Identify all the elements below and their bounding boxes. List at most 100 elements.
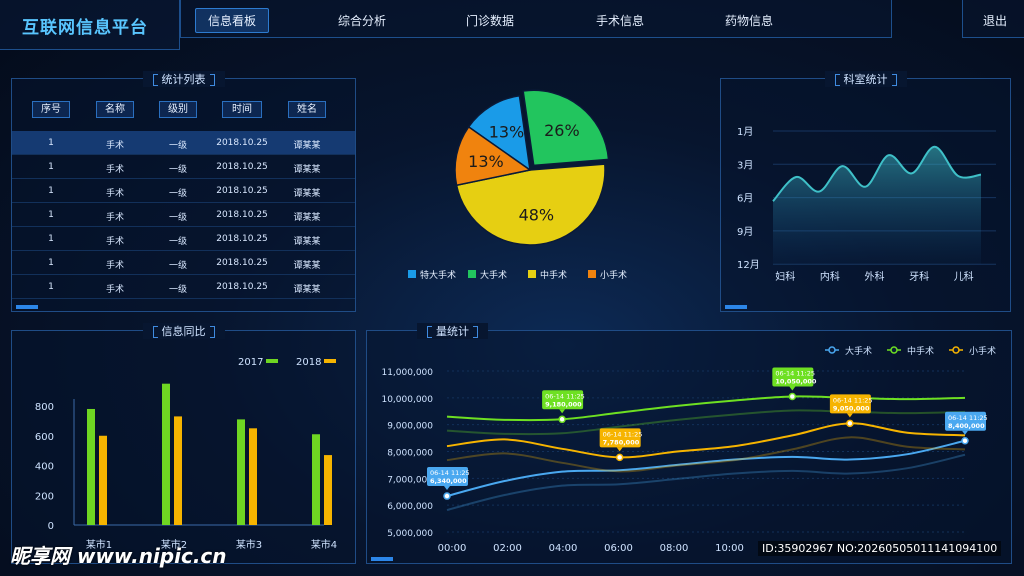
main-nav: 信息看板 综合分析 门诊数据 手术信息 药物信息 bbox=[180, 0, 892, 38]
table-cell: 手术 bbox=[105, 141, 124, 151]
table-row[interactable]: 1 手术 一级 2018.10.25 谭某某 bbox=[12, 179, 355, 203]
volume-stats-panel: 量统计 5,000,000 6,000,000 7,000,000 8,000,000… bbox=[366, 323, 1012, 564]
table-cell: 谭某某 bbox=[293, 165, 321, 175]
x-tick-label: 某市4 bbox=[311, 538, 337, 551]
y-tick-label: 12月 bbox=[737, 259, 760, 271]
table-cell: 谭某某 bbox=[293, 141, 321, 151]
table-cell: 1 bbox=[48, 210, 54, 220]
bar[interactable] bbox=[87, 408, 95, 525]
legend-marker bbox=[952, 346, 960, 354]
comparison-panel: 信息同比 0 200 400 600 800 某市1 某市2 某市3 某市4 2017 2018 bbox=[11, 323, 356, 564]
nav-medicine-tab[interactable]: 药物信息 bbox=[725, 12, 773, 29]
table-cell: 1 bbox=[48, 282, 54, 292]
tooltip-pointer bbox=[846, 413, 853, 418]
y-tick-label: 6,000,000 bbox=[387, 502, 433, 512]
data-point[interactable] bbox=[961, 437, 969, 445]
y-tick-label: 5,000,000 bbox=[387, 529, 433, 539]
legend-swatch bbox=[528, 270, 536, 278]
table-cell: 一级 bbox=[168, 165, 187, 175]
tooltip-value: 8,400,000 bbox=[948, 422, 985, 430]
legend-swatch bbox=[468, 270, 476, 278]
app-title: 互联网信息平台 bbox=[22, 18, 148, 38]
tooltip-value: 9,180,000 bbox=[545, 400, 582, 408]
legend-swatch bbox=[588, 270, 596, 278]
data-point[interactable] bbox=[788, 392, 797, 401]
table-row[interactable]: 1 手术 一级 2018.10.25 谭某某 bbox=[12, 227, 355, 251]
logout-button[interactable]: 退出 bbox=[983, 12, 1007, 29]
table-header: 序号 名称 级别 时间 姓名 bbox=[12, 101, 355, 121]
table-cell: 1 bbox=[48, 186, 54, 196]
table-cell: 2018.10.25 bbox=[216, 258, 268, 268]
table-row[interactable]: 1 手术 一级 2018.10.25 谭某某 bbox=[12, 155, 355, 179]
legend-marker bbox=[828, 346, 836, 354]
nav-analysis-tab[interactable]: 综合分析 bbox=[338, 12, 386, 29]
series-line[interactable] bbox=[446, 422, 966, 459]
tooltip-value: 9,050,000 bbox=[833, 404, 870, 412]
legend-swatch bbox=[408, 270, 416, 278]
table-cell: 手术 bbox=[105, 285, 124, 295]
legend-label: 中手术 bbox=[540, 269, 567, 281]
y-tick-label: 9月 bbox=[737, 226, 753, 238]
column-header[interactable]: 时间 bbox=[222, 101, 262, 118]
table-cell: 2018.10.25 bbox=[216, 234, 268, 244]
column-header[interactable]: 名称 bbox=[96, 101, 134, 118]
legend-marker bbox=[890, 346, 898, 354]
bar[interactable] bbox=[99, 435, 107, 525]
data-point[interactable] bbox=[846, 419, 854, 428]
column-header[interactable]: 姓名 bbox=[288, 101, 326, 118]
legend-label: 大手术 bbox=[480, 269, 507, 281]
x-tick-label: 02:00 bbox=[493, 543, 522, 554]
tooltip-time: 06-14 11:25 bbox=[833, 396, 873, 404]
x-tick-label: 儿科 bbox=[954, 270, 974, 283]
y-tick-label: 800 bbox=[35, 402, 54, 413]
y-tick-label: 600 bbox=[35, 432, 54, 443]
bar[interactable] bbox=[174, 416, 182, 525]
bar[interactable] bbox=[324, 455, 332, 525]
tooltip-time: 06-14 11:25 bbox=[603, 430, 643, 438]
bar[interactable] bbox=[237, 419, 245, 525]
table-row[interactable]: 1 手术 一级 2018.10.25 谭某某 bbox=[12, 275, 355, 299]
y-tick-label: 6月 bbox=[737, 193, 753, 205]
table-cell: 谭某某 bbox=[293, 261, 321, 271]
x-tick-label: 08:00 bbox=[660, 543, 689, 554]
tooltip-pointer bbox=[444, 486, 450, 491]
legend-swatch bbox=[324, 359, 336, 363]
data-point[interactable] bbox=[615, 453, 624, 462]
table-row[interactable]: 1 手术 一级 2018.10.25 谭某某 bbox=[12, 131, 355, 155]
y-tick-label: 400 bbox=[35, 462, 54, 473]
x-tick-label: 04:00 bbox=[549, 543, 578, 554]
table-cell: 2018.10.25 bbox=[216, 186, 268, 196]
table-cell: 1 bbox=[48, 162, 54, 172]
legend-label: 小手术 bbox=[600, 269, 627, 281]
y-tick-label: 8,000,000 bbox=[387, 449, 433, 459]
column-header[interactable]: 序号 bbox=[32, 101, 70, 118]
table-cell: 1 bbox=[48, 234, 54, 244]
column-header[interactable]: 级别 bbox=[159, 101, 197, 118]
nav-outpatient-tab[interactable]: 门诊数据 bbox=[466, 12, 514, 29]
data-point[interactable] bbox=[443, 492, 451, 500]
legend-label: 中手术 bbox=[907, 345, 934, 357]
nav-surgery-tab[interactable]: 手术信息 bbox=[596, 12, 644, 29]
x-tick-label: 某市3 bbox=[236, 538, 262, 551]
x-tick-label: 内科 bbox=[820, 270, 840, 283]
data-point[interactable] bbox=[558, 415, 566, 424]
tooltip-time: 06-14 11:25 bbox=[775, 369, 815, 377]
table-cell: 谭某某 bbox=[293, 237, 321, 247]
tooltip-value: 7,780,000 bbox=[603, 438, 640, 446]
table-cell: 手术 bbox=[105, 237, 124, 247]
table-cell: 一级 bbox=[168, 189, 187, 199]
table-cell: 1 bbox=[48, 138, 54, 148]
x-tick-label: 10:00 bbox=[715, 543, 744, 554]
bar[interactable] bbox=[162, 383, 170, 525]
legend-label: 小手术 bbox=[969, 345, 996, 357]
table-row[interactable]: 1 手术 一级 2018.10.25 谭某某 bbox=[12, 203, 355, 227]
x-tick-label: 妇科 bbox=[775, 270, 795, 283]
x-tick-label: 00:00 bbox=[438, 543, 467, 554]
nav-dashboard-tab[interactable]: 信息看板 bbox=[195, 8, 270, 33]
bar[interactable] bbox=[312, 434, 320, 525]
table-row[interactable]: 1 手术 一级 2018.10.25 谭某某 bbox=[12, 251, 355, 275]
table-cell: 谭某某 bbox=[293, 213, 321, 223]
legend-label: 特大手术 bbox=[420, 269, 456, 281]
bar[interactable] bbox=[249, 428, 257, 525]
panel-corner-decoration bbox=[16, 305, 38, 309]
